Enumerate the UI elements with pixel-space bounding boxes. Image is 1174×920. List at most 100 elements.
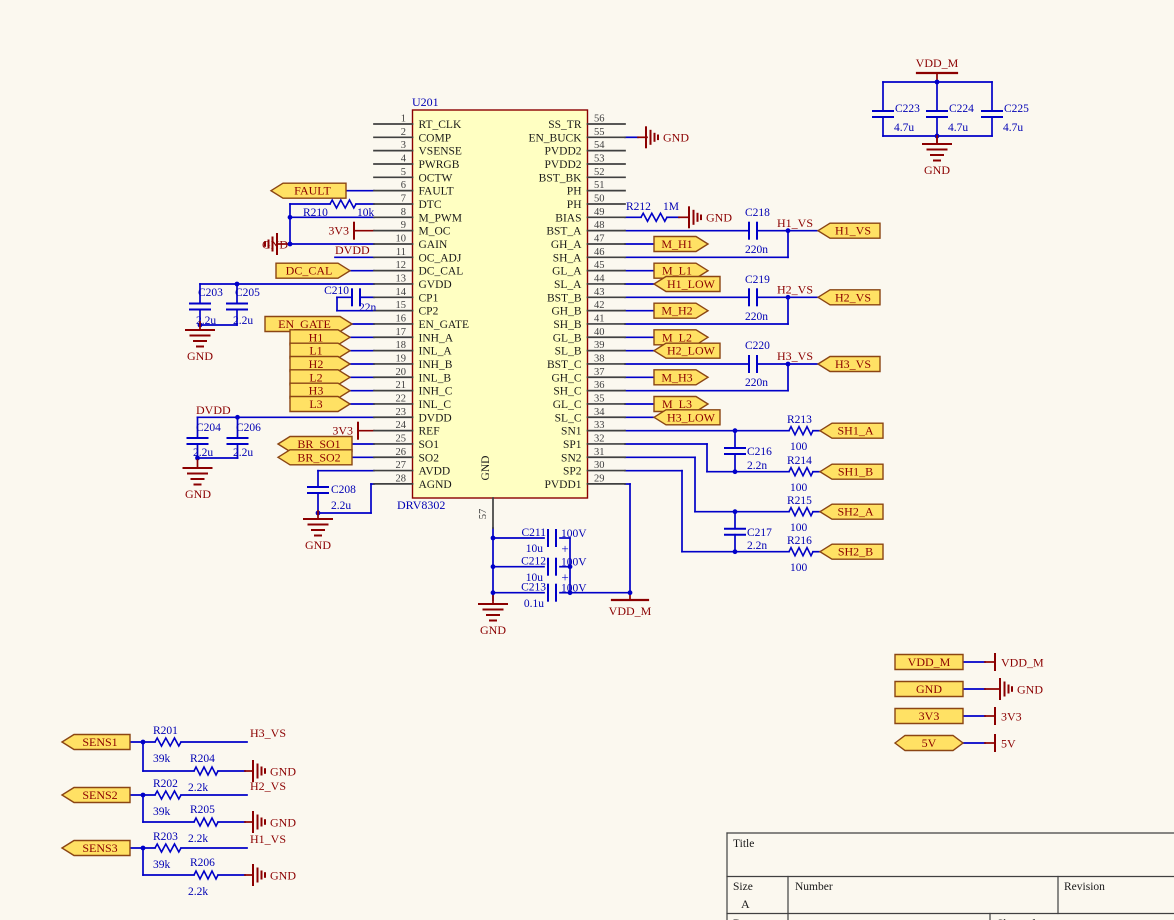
net-label-H2_VS[interactable]: H2_VS bbox=[250, 779, 286, 793]
port-M_H1[interactable]: M_H1 bbox=[654, 237, 708, 252]
port-SH2_B[interactable]: SH2_B bbox=[820, 544, 883, 559]
power-label: 3V3 bbox=[328, 224, 349, 238]
gnd-symbol[interactable]: GND bbox=[479, 596, 507, 637]
net-label-H3_VS[interactable]: H3_VS bbox=[777, 349, 813, 363]
gnd-symbol[interactable]: GND bbox=[923, 136, 951, 177]
resistor-R203[interactable]: R20339k bbox=[153, 831, 181, 871]
gnd-symbol[interactable]: GND bbox=[689, 207, 732, 227]
resistor-R212[interactable]: R2121M bbox=[626, 201, 679, 221]
net-label-H3_VS[interactable]: H3_VS bbox=[250, 726, 286, 740]
port-H1_LOW[interactable]: H1_LOW bbox=[654, 277, 720, 292]
schematic-canvas[interactable]: U201DRV83021RT_CLK2COMP3VSENSE4PWRGB5OCT… bbox=[0, 0, 1174, 920]
resistor-symbol[interactable] bbox=[155, 738, 181, 746]
component-part-number[interactable]: DRV8302 bbox=[397, 498, 445, 512]
port-5V[interactable]: 5V bbox=[895, 736, 963, 751]
resistor-symbol[interactable] bbox=[789, 427, 813, 435]
port-GND[interactable]: GND bbox=[895, 682, 963, 697]
power-symbol-3V3[interactable]: 3V3 bbox=[332, 423, 358, 439]
port-L3[interactable]: L3 bbox=[290, 397, 350, 412]
power-symbol-3V3[interactable]: 3V3 bbox=[328, 223, 354, 239]
port-M_H3[interactable]: M_H3 bbox=[654, 370, 708, 385]
resistor-R201[interactable]: R20139k bbox=[153, 725, 181, 765]
capacitor-C210[interactable]: C21022n bbox=[324, 285, 376, 314]
net-label-H2_VS[interactable]: H2_VS bbox=[777, 283, 813, 297]
port-H3_LOW[interactable]: H3_LOW bbox=[654, 410, 720, 425]
net-label-H1_VS[interactable]: H1_VS bbox=[777, 216, 813, 230]
resistor-symbol[interactable] bbox=[155, 844, 181, 852]
capacitor-C225[interactable]: C2254.7u bbox=[982, 103, 1029, 134]
port-VDD_M[interactable]: VDD_M bbox=[895, 655, 963, 670]
resistor-symbol[interactable] bbox=[194, 818, 218, 826]
pin-number: 48 bbox=[594, 220, 605, 231]
capacitor-C208[interactable]: C2082.2u bbox=[308, 484, 356, 512]
gnd-symbol[interactable]: GND bbox=[184, 460, 212, 501]
port-SENS1[interactable]: SENS1 bbox=[62, 735, 130, 750]
net-label-H1_VS[interactable]: H1_VS bbox=[250, 832, 286, 846]
gnd-symbol[interactable]: GND bbox=[253, 812, 296, 832]
port-SH1_A[interactable]: SH1_A bbox=[820, 423, 883, 438]
resistor-symbol[interactable] bbox=[194, 767, 218, 775]
capacitor-C205[interactable]: C2052.2u bbox=[227, 287, 260, 327]
resistor-symbol[interactable] bbox=[641, 213, 667, 221]
gnd-symbol[interactable]: GND bbox=[304, 511, 332, 552]
port-H2_LOW[interactable]: H2_LOW bbox=[654, 343, 720, 358]
port-SENS2[interactable]: SENS2 bbox=[62, 788, 130, 803]
capacitor-C203[interactable]: C2032.2u bbox=[190, 287, 223, 327]
resistor-R214[interactable]: R214100 bbox=[787, 455, 813, 494]
capacitor-C204[interactable]: C2042.2u bbox=[188, 422, 222, 459]
resistor-symbol[interactable] bbox=[789, 468, 813, 476]
port-H2_VS[interactable]: H2_VS bbox=[818, 290, 880, 305]
resistor-symbol[interactable] bbox=[155, 791, 181, 799]
capacitor-C213[interactable]: C2130.1u100V bbox=[521, 582, 587, 610]
gnd-symbol[interactable]: GND bbox=[1000, 679, 1043, 699]
capacitor-C216[interactable]: C2162.2n bbox=[725, 446, 772, 472]
resistor-R210[interactable]: R21010k bbox=[303, 200, 375, 219]
capacitor-C219[interactable]: C219220n bbox=[745, 274, 770, 323]
capacitor-C224[interactable]: C2244.7u bbox=[927, 103, 974, 134]
port-3V3[interactable]: 3V3 bbox=[895, 709, 963, 724]
capacitor-C217[interactable]: C2172.2n bbox=[725, 527, 772, 552]
net-label-DVDD[interactable]: DVDD bbox=[335, 243, 370, 257]
gnd-symbol[interactable]: GND bbox=[253, 865, 296, 885]
port-FAULT[interactable]: FAULT bbox=[271, 183, 346, 198]
port-BR_SO2[interactable]: BR_SO2 bbox=[278, 450, 352, 465]
resistor-R204[interactable]: R2042.2k bbox=[188, 753, 218, 794]
port-SENS3[interactable]: SENS3 bbox=[62, 841, 130, 856]
resistor-R202[interactable]: R20239k bbox=[153, 778, 181, 818]
port-SH2_A[interactable]: SH2_A bbox=[820, 504, 883, 519]
port-DC_CAL[interactable]: DC_CAL bbox=[276, 263, 350, 278]
gnd-symbol[interactable]: GND bbox=[646, 127, 689, 147]
pin-number: 25 bbox=[396, 433, 407, 444]
component-designator[interactable]: U201 bbox=[412, 95, 439, 109]
power-symbol-3V3[interactable]: 3V3 bbox=[995, 708, 1022, 724]
capacitor-C206[interactable]: C2062.2u bbox=[228, 422, 262, 459]
gnd-symbol[interactable]: GND bbox=[186, 322, 214, 363]
port-SH1_B[interactable]: SH1_B bbox=[820, 464, 883, 479]
power-symbol-VDD_M[interactable]: VDD_M bbox=[609, 600, 652, 618]
resistor-symbol[interactable] bbox=[330, 200, 356, 208]
power-symbol-VDD_M[interactable]: VDD_M bbox=[995, 654, 1044, 670]
capacitor-C212[interactable]: C21210u100V+ bbox=[521, 556, 587, 585]
power-label: VDD_M bbox=[1001, 656, 1044, 670]
capacitor-C223[interactable]: C2234.7u bbox=[873, 103, 920, 134]
resistor-R213[interactable]: R213100 bbox=[787, 414, 813, 453]
resistor-R206[interactable]: R2062.2k bbox=[188, 857, 218, 898]
capacitor-value: 220n bbox=[745, 377, 768, 389]
resistor-symbol[interactable] bbox=[789, 508, 813, 516]
gnd-symbol[interactable]: GND bbox=[262, 234, 288, 254]
resistor-R215[interactable]: R215100 bbox=[787, 495, 813, 534]
capacitor-C211[interactable]: C21110u100V+ bbox=[522, 527, 588, 556]
component-U201[interactable]: U201DRV83021RT_CLK2COMP3VSENSE4PWRGB5OCT… bbox=[374, 95, 625, 528]
resistor-R205[interactable]: R2052.2k bbox=[188, 804, 218, 845]
power-symbol-5V[interactable]: 5V bbox=[995, 735, 1016, 751]
port-H1_VS[interactable]: H1_VS bbox=[818, 223, 880, 238]
resistor-symbol[interactable] bbox=[194, 871, 218, 879]
port-M_H2[interactable]: M_H2 bbox=[654, 303, 708, 318]
port-H3_VS[interactable]: H3_VS bbox=[818, 357, 880, 372]
net-label-DVDD[interactable]: DVDD bbox=[196, 403, 231, 417]
resistor-symbol[interactable] bbox=[789, 548, 813, 556]
gnd-symbol[interactable]: GND bbox=[253, 761, 296, 781]
power-symbol-VDD_M[interactable]: VDD_M bbox=[916, 56, 959, 73]
capacitor-value: 2.2u bbox=[193, 447, 213, 459]
resistor-R216[interactable]: R216100 bbox=[787, 535, 813, 574]
